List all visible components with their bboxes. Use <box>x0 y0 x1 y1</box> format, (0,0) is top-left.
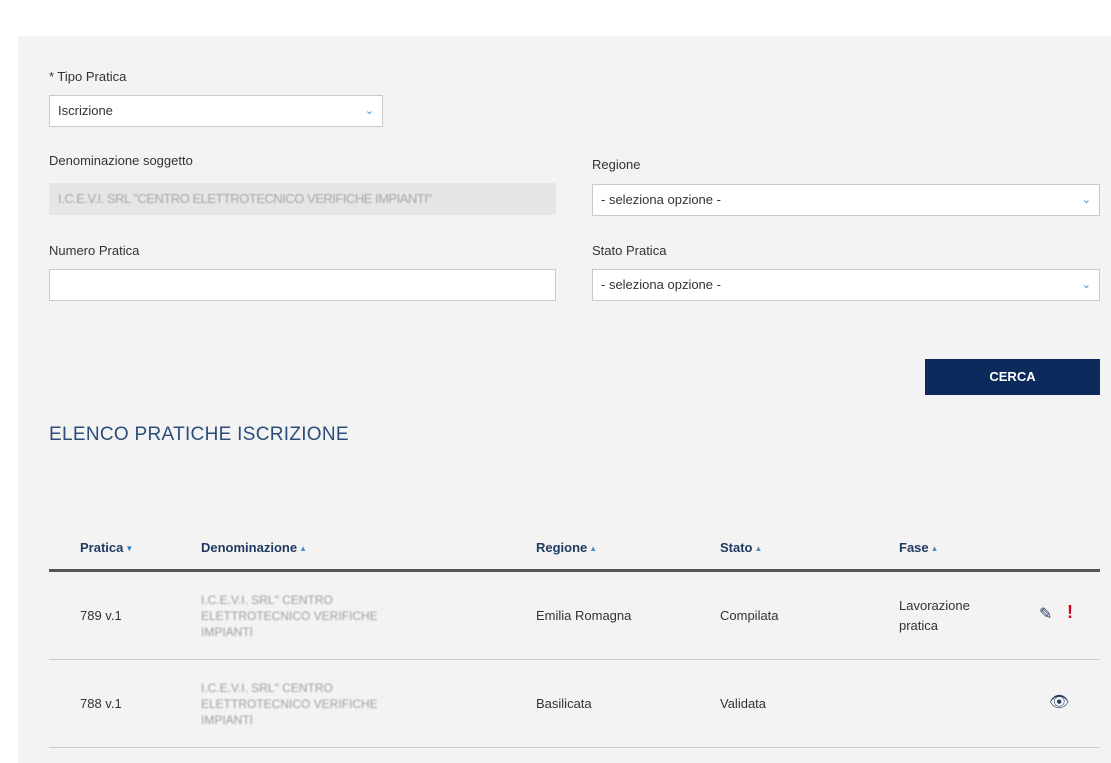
cerca-button[interactable]: CERCA <box>925 359 1100 395</box>
alert-icon: ! <box>1067 602 1073 622</box>
denominazione-field: I.C.E.V.I. SRL "CENTRO ELETTROTECNICO VE… <box>49 183 556 215</box>
table-header: Pratica ▼ Denominazione ▲ Regione ▲ Stato ▲ … <box>49 530 1100 572</box>
denominazione-label: Denominazione soggetto <box>49 153 193 168</box>
regione-value: - seleziona opzione - <box>601 192 721 207</box>
header-regione[interactable]: Regione ▲ <box>536 540 597 555</box>
chevron-down-icon: ⌄ <box>1081 279 1091 291</box>
sort-asc-icon: ▲ <box>930 544 939 554</box>
section-title: ELENCO PRATICHE ISCRIZIONE <box>49 424 349 445</box>
stato-pratica-value: - seleziona opzione - <box>601 277 721 292</box>
stato-pratica-label: Stato Pratica <box>592 243 667 258</box>
cell-regione: Basilicata <box>536 696 592 711</box>
numero-pratica-input[interactable] <box>49 269 556 301</box>
stato-pratica-select[interactable]: - seleziona opzione - ⌄ <box>592 269 1100 301</box>
top-strip <box>0 0 1111 14</box>
sort-asc-icon: ▲ <box>754 544 763 554</box>
cell-stato: Validata <box>720 696 767 711</box>
results-table: Pratica ▼ Denominazione ▲ Regione ▲ Stato ▲ … <box>49 530 1100 748</box>
tipo-pratica-select[interactable]: Iscrizione ⌄ <box>49 95 383 127</box>
chevron-down-icon: ⌄ <box>1081 194 1091 206</box>
header-fase-label: Fase <box>899 540 929 555</box>
header-fase[interactable]: Fase ▲ <box>899 540 939 555</box>
header-pratica[interactable]: Pratica ▼ <box>80 540 133 555</box>
header-stato-label: Stato <box>720 540 753 555</box>
cell-regione: Emilia Romagna <box>536 608 632 623</box>
header-pratica-label: Pratica <box>80 540 124 555</box>
cell-pratica: 789 v.1 <box>80 608 122 623</box>
header-regione-label: Regione <box>536 540 588 555</box>
numero-pratica-label: Numero Pratica <box>49 243 140 258</box>
eye-icon[interactable]: 👁 <box>1049 692 1069 712</box>
denominazione-value: I.C.E.V.I. SRL "CENTRO ELETTROTECNICO VE… <box>58 191 432 206</box>
tipo-pratica-label: * Tipo Pratica <box>49 69 127 84</box>
sort-desc-icon: ▼ <box>125 544 134 554</box>
sort-asc-icon: ▲ <box>299 544 307 554</box>
regione-select[interactable]: - seleziona opzione - ⌄ <box>592 184 1100 216</box>
header-denominazione-label: Denominazione <box>201 540 298 555</box>
header-denominazione[interactable]: Denominazione ▲ <box>201 540 307 555</box>
sort-asc-icon: ▲ <box>589 544 598 554</box>
pencil-icon[interactable]: ✎ <box>1039 604 1052 624</box>
regione-label: Regione <box>592 157 641 172</box>
cell-pratica: 788 v.1 <box>80 696 122 711</box>
cell-denominazione: I.C.E.V.I. SRL" CENTRO ELETTROTECNICO VE… <box>201 681 378 727</box>
table-row: 788 v.1 I.C.E.V.I. SRL" CENTRO ELETTROTE… <box>49 660 1100 748</box>
tipo-pratica-value: Iscrizione <box>58 103 113 118</box>
cell-denominazione: I.C.E.V.I. SRL" CENTRO ELETTROTECNICO VE… <box>201 593 378 639</box>
chevron-down-icon: ⌄ <box>364 105 374 117</box>
cell-fase: Lavorazione pratica <box>899 598 970 633</box>
table-row: 789 v.1 I.C.E.V.I. SRL" CENTRO ELETTROTE… <box>49 572 1100 660</box>
header-stato[interactable]: Stato ▲ <box>720 540 762 555</box>
cell-stato: Compilata <box>720 608 779 623</box>
